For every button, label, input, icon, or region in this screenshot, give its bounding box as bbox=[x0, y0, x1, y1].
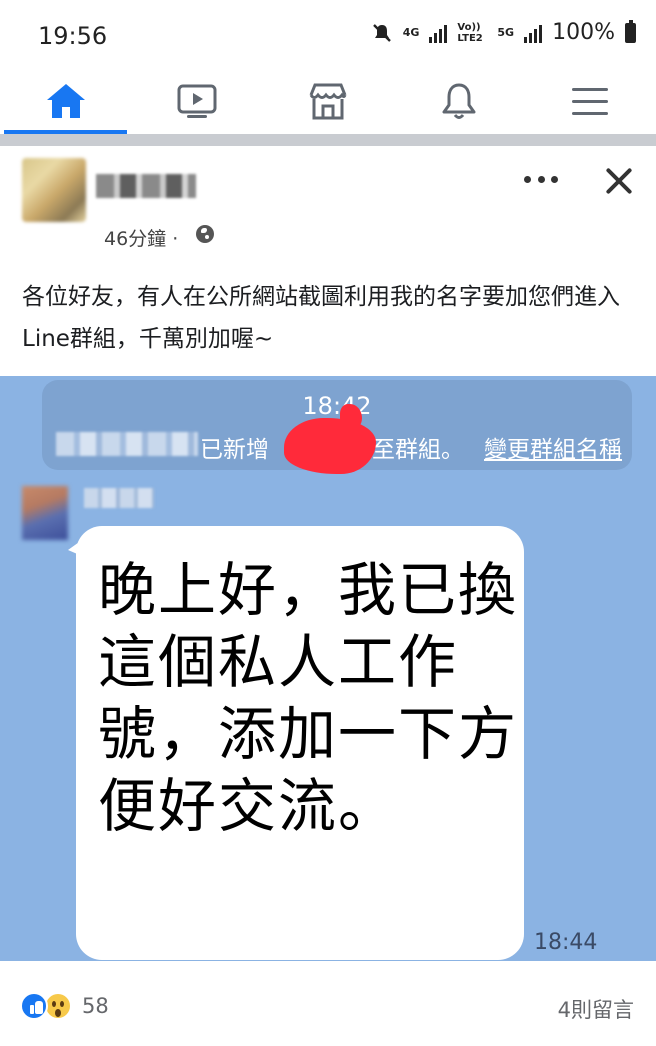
status-time: 19:56 bbox=[38, 22, 108, 50]
status-bar: 19:56 4G Vo)) LTE2 5G 100% bbox=[0, 0, 656, 68]
tab-marketplace[interactable] bbox=[262, 68, 393, 134]
status-icons: 4G Vo)) LTE2 5G 100% bbox=[371, 19, 636, 45]
close-icon[interactable] bbox=[604, 166, 634, 196]
video-icon bbox=[177, 84, 217, 118]
store-icon bbox=[309, 83, 347, 120]
comment-count[interactable]: 4則留言 bbox=[558, 994, 634, 1024]
sender-name-redacted bbox=[84, 488, 154, 508]
globe-icon bbox=[196, 225, 214, 243]
author-avatar[interactable] bbox=[22, 158, 86, 222]
battery-percent: 100% bbox=[552, 20, 615, 45]
change-group-name-link: 變更群組名稱 bbox=[484, 437, 622, 463]
mute-icon bbox=[372, 23, 391, 42]
like-icon[interactable] bbox=[20, 992, 48, 1020]
top-nav bbox=[0, 68, 656, 134]
tab-home[interactable] bbox=[0, 68, 131, 134]
tab-notifications[interactable] bbox=[394, 68, 525, 134]
system-time: 18:42 bbox=[302, 392, 372, 420]
network-5g-label: 5G bbox=[497, 26, 515, 39]
signal-icon-2 bbox=[524, 23, 543, 43]
post-image[interactable]: 18:42 已新增 至群組。 變更群組名稱 晚上好，我已換這個私人工作號，添加一… bbox=[0, 376, 656, 961]
tab-menu[interactable] bbox=[525, 68, 656, 134]
post-timestamp[interactable]: 46分鐘 · bbox=[104, 224, 178, 251]
system-text-to-group: 至群組。 bbox=[372, 437, 464, 463]
post-text: 各位好友，有人在公所網站截圖利用我的名字要加您們進入Line群組，千萬別加喔~ bbox=[22, 284, 620, 352]
volte-label: Vo)) LTE2 bbox=[457, 21, 483, 44]
message-time: 18:44 bbox=[534, 930, 598, 955]
author-name-redacted[interactable] bbox=[96, 174, 196, 198]
reaction-count[interactable]: 58 bbox=[82, 994, 109, 1018]
feed-divider bbox=[0, 134, 656, 146]
battery-icon bbox=[625, 19, 636, 43]
signal-icon bbox=[429, 23, 448, 43]
red-redaction-mark bbox=[284, 404, 376, 474]
bell-icon bbox=[442, 83, 476, 119]
hamburger-icon bbox=[572, 88, 609, 115]
network-4g-label: 4G bbox=[402, 26, 420, 39]
wow-icon[interactable] bbox=[44, 992, 72, 1020]
more-options-icon[interactable] bbox=[524, 166, 558, 192]
home-icon bbox=[46, 84, 85, 118]
post-card: 46分鐘 · 各位好友，有人在公所網站截圖利用我的名字要加您們進入Line群組，… bbox=[0, 146, 656, 1046]
chat-bubble: 晚上好，我已換這個私人工作號，添加一下方便好交流。 bbox=[68, 526, 524, 960]
redacted-name bbox=[56, 432, 198, 456]
tab-watch[interactable] bbox=[131, 68, 262, 134]
chat-message: 晚上好，我已換這個私人工作號，添加一下方便好交流。 bbox=[98, 556, 519, 840]
sender-avatar bbox=[22, 486, 68, 540]
system-text-added: 已新增 bbox=[200, 437, 269, 463]
system-message: 18:42 已新增 至群組。 變更群組名稱 bbox=[42, 380, 632, 474]
